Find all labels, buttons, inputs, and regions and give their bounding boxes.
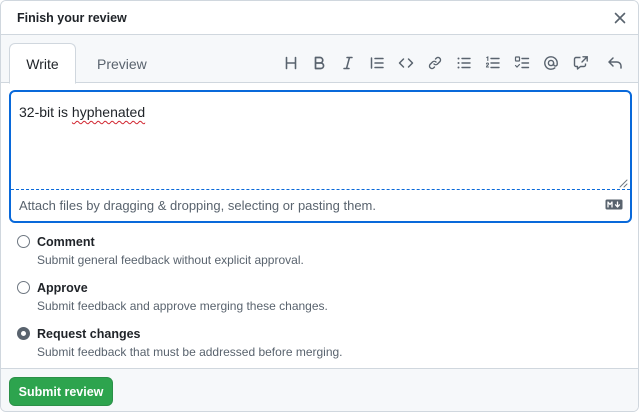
cross-reference-icon (573, 56, 588, 70)
code-icon (398, 58, 414, 68)
radio-approve[interactable] (17, 281, 30, 294)
task-list-button[interactable] (511, 52, 533, 74)
resize-handle-icon[interactable] (618, 178, 628, 188)
heading-button[interactable] (280, 52, 302, 74)
dialog-header: Finish your review (1, 1, 638, 35)
bold-icon (314, 56, 325, 70)
mention-icon (544, 56, 558, 70)
radio-request-changes[interactable] (17, 327, 30, 340)
submit-review-button[interactable]: Submit review (9, 377, 113, 406)
attach-files-bar[interactable]: Attach files by dragging & dropping, sel… (11, 190, 630, 221)
code-button[interactable] (395, 52, 417, 74)
reply-button[interactable] (604, 52, 626, 74)
option-request-changes-description: Submit feedback that must be addressed b… (37, 345, 343, 359)
link-button[interactable] (424, 52, 446, 74)
tab-preview[interactable]: Preview (83, 43, 161, 84)
dialog-footer: Submit review (1, 368, 638, 411)
quote-icon (370, 57, 384, 69)
unordered-list-button[interactable] (453, 52, 475, 74)
option-request-changes-label: Request changes (37, 327, 141, 341)
attach-files-hint: Attach files by dragging & dropping, sel… (19, 198, 376, 213)
option-approve-description: Submit feedback and approve merging thes… (37, 299, 328, 313)
heading-icon (285, 56, 297, 70)
radio-comment[interactable] (17, 235, 30, 248)
italic-button[interactable] (337, 52, 359, 74)
close-button[interactable] (609, 7, 631, 29)
comment-editor: 32-bit is hyphenated Attach files by dra… (9, 90, 632, 223)
close-icon (614, 12, 626, 24)
ordered-list-icon (485, 56, 500, 69)
mention-button[interactable] (540, 52, 562, 74)
option-comment-label: Comment (37, 235, 95, 249)
link-icon (428, 56, 442, 70)
unordered-list-icon (457, 57, 471, 69)
quote-button[interactable] (366, 52, 388, 74)
ordered-list-button[interactable] (482, 52, 504, 74)
misspelled-word: hyphenated (71, 104, 146, 120)
review-dialog: Finish your review Write Preview 32-bit … (0, 0, 639, 412)
markdown-icon[interactable] (605, 199, 623, 210)
comment-text: 32-bit is (19, 104, 72, 120)
editor-tabbar: Write Preview (1, 35, 638, 84)
cross-reference-button[interactable] (570, 52, 592, 74)
tab-write[interactable]: Write (9, 43, 76, 84)
dialog-title: Finish your review (17, 11, 127, 25)
task-list-icon (514, 56, 530, 69)
reply-icon (608, 57, 622, 69)
comment-textarea[interactable]: 32-bit is hyphenated (11, 92, 630, 190)
italic-icon (343, 56, 353, 70)
option-comment-description: Submit general feedback without explicit… (37, 253, 304, 267)
bold-button[interactable] (308, 52, 330, 74)
option-approve-label: Approve (37, 281, 88, 295)
